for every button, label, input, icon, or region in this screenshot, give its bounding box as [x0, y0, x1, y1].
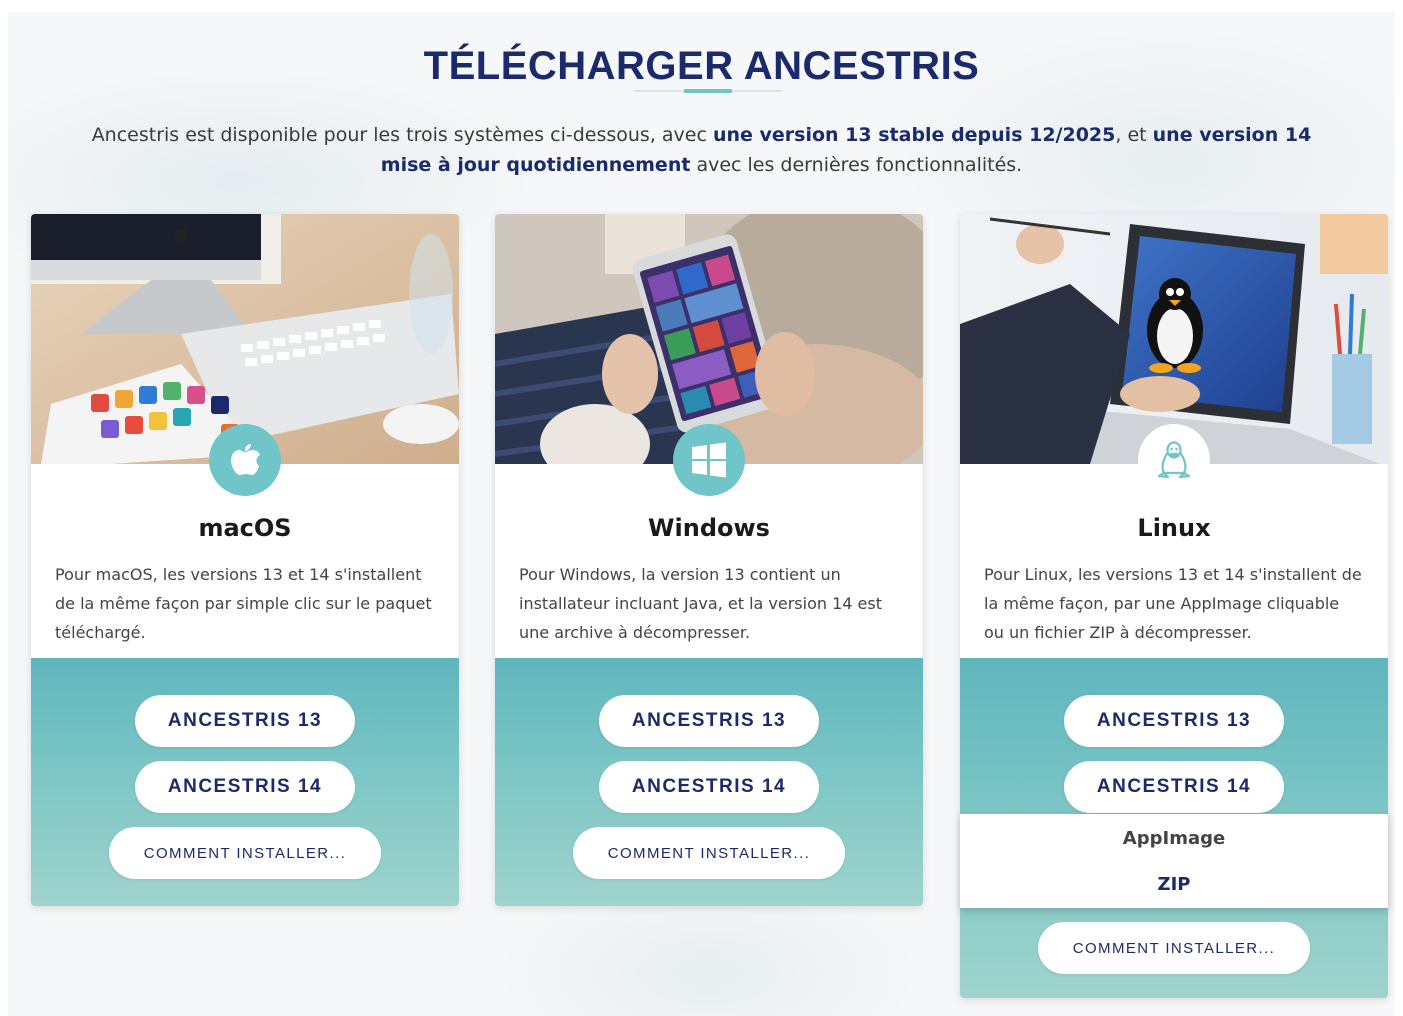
tux-icon [1138, 424, 1210, 496]
linux-how-to-install-button[interactable]: COMMENT INSTALLER... [1038, 922, 1310, 974]
divider-accent [684, 89, 732, 93]
apple-icon [209, 424, 281, 496]
dropdown-item-appimage[interactable]: AppImage [960, 828, 1388, 849]
macos-ancestris-14-button[interactable]: ANCESTRIS 14 [135, 761, 355, 813]
macos-download-area: ANCESTRIS 13 ANCESTRIS 14 COMMENT INSTAL… [31, 658, 459, 906]
os-title: Windows [648, 514, 770, 542]
download-section: TÉLÉCHARGER ANCESTRIS Ancestris est disp… [8, 12, 1395, 1016]
windows-how-to-install-button[interactable]: COMMENT INSTALLER... [573, 827, 845, 879]
intro-stable-version: une version 13 stable depuis 12/2025 [712, 124, 1116, 146]
windows-ancestris-14-button[interactable]: ANCESTRIS 14 [599, 761, 819, 813]
os-title: Linux [1137, 514, 1211, 542]
page-title: TÉLÉCHARGER ANCESTRIS [423, 44, 980, 88]
windows-ancestris-13-button[interactable]: ANCESTRIS 13 [599, 695, 819, 747]
intro-text: Ancestris est disponible pour les trois … [68, 120, 1335, 180]
title-divider [634, 89, 782, 93]
windows-card-body: Windows Pour Windows, la version 13 cont… [495, 424, 923, 658]
linux-card-body: Linux Pour Linux, les versions 13 et 14 … [960, 424, 1388, 658]
intro-text-1: Ancestris est disponible pour les trois … [91, 124, 713, 146]
linux-ancestris-14-button[interactable]: ANCESTRIS 14 [1064, 761, 1284, 813]
card-macos: macOS Pour macOS, les versions 13 et 14 … [31, 214, 459, 906]
os-description: Pour macOS, les versions 13 et 14 s'inst… [55, 565, 432, 642]
intro-text-3: avec les dernières fonctionnalités. [690, 154, 1023, 176]
card-linux: Linux Pour Linux, les versions 13 et 14 … [960, 214, 1388, 998]
intro-text-2: , et [1115, 124, 1153, 146]
windows-icon [673, 424, 745, 496]
windows-download-area: ANCESTRIS 13 ANCESTRIS 14 COMMENT INSTAL… [495, 658, 923, 906]
dropdown-item-zip[interactable]: ZIP [960, 874, 1388, 895]
linux-download-area: ANCESTRIS 13 ANCESTRIS 14 AppImage ZIP C… [960, 658, 1388, 998]
macos-how-to-install-button[interactable]: COMMENT INSTALLER... [109, 827, 381, 879]
linux-ancestris-13-button[interactable]: ANCESTRIS 13 [1064, 695, 1284, 747]
macos-ancestris-13-button[interactable]: ANCESTRIS 13 [135, 695, 355, 747]
os-description: Pour Windows, la version 13 contient un … [519, 565, 882, 642]
macos-card-body: macOS Pour macOS, les versions 13 et 14 … [31, 424, 459, 658]
os-description: Pour Linux, les versions 13 et 14 s'inst… [984, 565, 1362, 642]
linux-14-dropdown-menu: AppImage ZIP [960, 814, 1388, 908]
os-title: macOS [198, 514, 292, 542]
card-windows: Windows Pour Windows, la version 13 cont… [495, 214, 923, 906]
